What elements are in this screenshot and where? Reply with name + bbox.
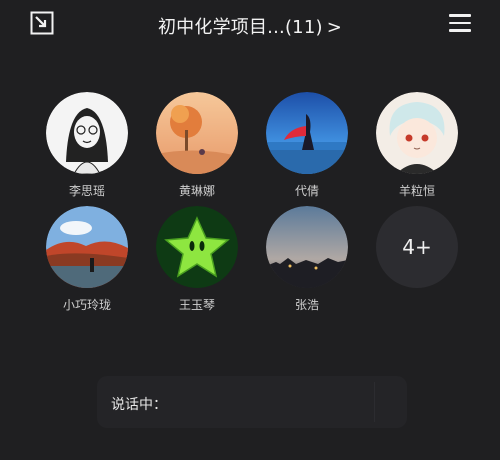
hamburger-menu-icon[interactable] [449, 14, 471, 32]
more-members-button[interactable]: 4+ [362, 206, 472, 288]
member-name: 小巧玲珑 [62, 298, 111, 312]
member-name: 代倩 [294, 184, 319, 198]
member-tile[interactable]: 小巧玲珑 [32, 206, 142, 313]
member-tile[interactable]: 羊粒恒 [362, 92, 472, 199]
member-tile[interactable]: 张浩 [252, 206, 362, 313]
member-name: 羊粒恒 [398, 184, 435, 198]
avatar [156, 206, 238, 288]
member-tile[interactable]: 代倩 [252, 92, 362, 199]
member-tile[interactable]: 李思瑶 [32, 92, 142, 199]
more-members-count: 4+ [376, 206, 458, 288]
top-bar: 初中化学项目...(11) > [0, 0, 500, 48]
member-name: 李思瑶 [68, 184, 105, 198]
avatar [156, 92, 238, 174]
avatar [266, 92, 348, 174]
member-name: 黄琳娜 [178, 184, 215, 198]
divider [374, 382, 375, 422]
member-name: 王玉琴 [178, 298, 215, 312]
avatar [376, 92, 458, 174]
chevron-right-icon: > [326, 17, 342, 38]
avatar [46, 92, 128, 174]
speaking-label: 说话中： [111, 397, 167, 413]
speaking-panel: 说话中： [97, 376, 407, 428]
member-tile[interactable]: 王玉琴 [142, 206, 252, 313]
member-tile[interactable]: 黄琳娜 [142, 92, 252, 199]
avatar [266, 206, 348, 288]
group-title[interactable]: 初中化学项目...(11) > [0, 13, 500, 39]
member-name: 张浩 [294, 298, 319, 312]
group-title-text: 初中化学项目...(11) [157, 17, 323, 38]
avatar [46, 206, 128, 288]
